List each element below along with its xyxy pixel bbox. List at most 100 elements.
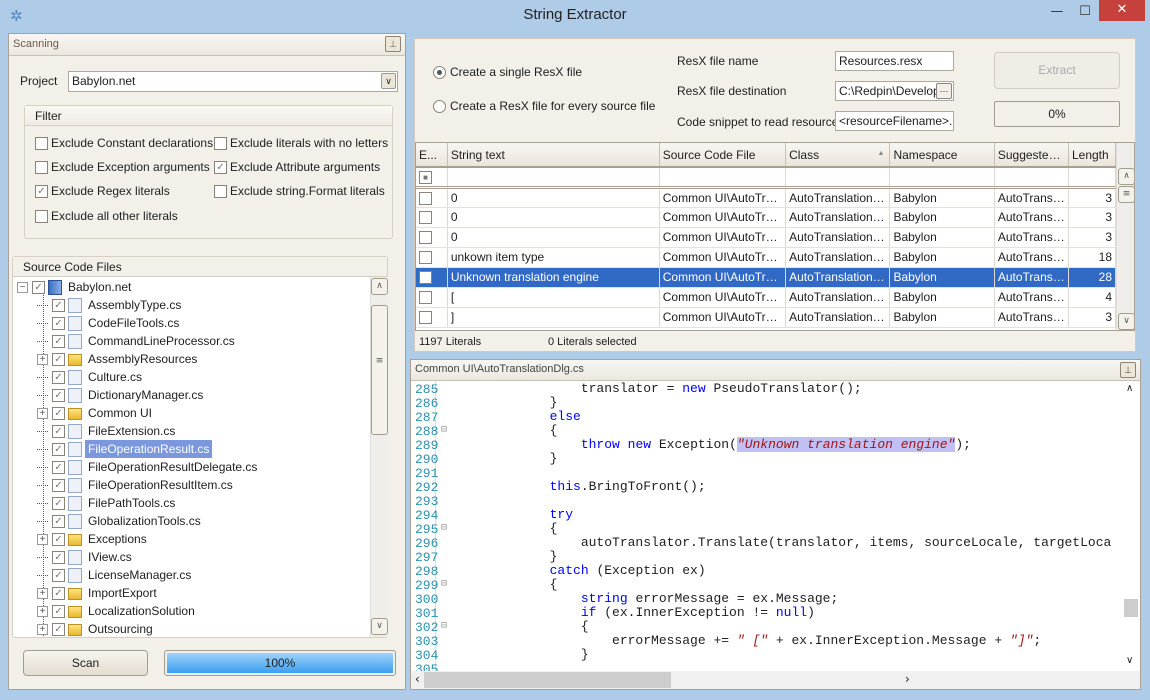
tree-item[interactable]: ✓ CommandLineProcessor.cs: [37, 332, 238, 350]
collapse-icon[interactable]: −: [17, 282, 28, 294]
expand-icon[interactable]: +: [37, 534, 48, 546]
row-checkbox[interactable]: [419, 251, 432, 265]
row-checkbox[interactable]: [419, 211, 432, 225]
browse-button[interactable]: ···: [936, 83, 952, 99]
tree-item[interactable]: ✓ FileOperationResultDelegate.cs: [37, 458, 260, 476]
checkbox[interactable]: ✓: [52, 389, 65, 403]
close-button[interactable]: ✕: [1099, 0, 1145, 21]
table-row[interactable]: unkown item type Common UI\AutoTra... Auto…: [416, 247, 1117, 268]
checkbox[interactable]: ✓: [52, 299, 65, 313]
pin-icon[interactable]: ⊥: [1120, 362, 1136, 378]
scroll-thumb[interactable]: ≡: [371, 305, 388, 435]
row-checkbox[interactable]: [419, 291, 432, 305]
scroll-thumb[interactable]: [424, 672, 671, 688]
row-checkbox[interactable]: [419, 191, 432, 205]
filter-option[interactable]: Exclude Constant declarations: [35, 136, 213, 151]
column-header[interactable]: Class ▲: [785, 143, 891, 168]
snippet-input[interactable]: <resourceFilename>.<: [835, 111, 954, 131]
select-all-checkbox[interactable]: ■: [419, 170, 432, 184]
tree-item[interactable]: + ✓ AssemblyResources: [37, 350, 200, 368]
pin-icon[interactable]: ⊥: [385, 36, 401, 52]
checkbox[interactable]: ✓: [52, 551, 65, 565]
checkbox[interactable]: [214, 137, 227, 151]
tree-scrollbar[interactable]: ∧ ≡ ∨: [370, 277, 388, 637]
checkbox[interactable]: ✓: [52, 605, 65, 619]
column-header[interactable]: E...: [416, 143, 448, 168]
tree-item[interactable]: − ✓ Babylon.net: [17, 278, 134, 296]
checkbox[interactable]: ✓: [35, 185, 48, 199]
table-row[interactable]: ] Common UI\AutoTra... AutoTranslationDlg B…: [416, 307, 1117, 328]
checkbox[interactable]: ✓: [52, 533, 65, 547]
radio-single-resx[interactable]: Create a single ResX file: [433, 65, 582, 80]
literals-grid[interactable]: E... String text Source Code File Class ▲ Nam…: [415, 142, 1135, 331]
code-hscrollbar[interactable]: ‹ ›: [411, 671, 1140, 689]
scroll-down-icon[interactable]: ∨: [1126, 655, 1133, 666]
expand-icon[interactable]: +: [37, 606, 48, 618]
scan-button[interactable]: Scan: [23, 650, 148, 676]
tree-item[interactable]: ✓ FileExtension.cs: [37, 422, 178, 440]
column-header[interactable]: Source Code File: [659, 143, 787, 168]
checkbox[interactable]: ✓: [52, 353, 65, 367]
checkbox[interactable]: [35, 161, 48, 175]
expand-icon[interactable]: +: [37, 354, 48, 366]
checkbox[interactable]: ✓: [52, 317, 65, 331]
resx-name-input[interactable]: Resources.resx: [835, 51, 954, 71]
row-checkbox[interactable]: [419, 271, 432, 285]
checkbox[interactable]: ✓: [52, 479, 65, 493]
checkbox[interactable]: ✓: [52, 425, 65, 439]
scroll-right-icon[interactable]: ›: [905, 672, 910, 686]
scroll-up-icon[interactable]: ∧: [1126, 383, 1133, 394]
fold-icon[interactable]: ⊟: [441, 424, 447, 436]
scroll-down-icon[interactable]: ∨: [1118, 313, 1134, 330]
tree-item[interactable]: + ✓ Outsourcing: [37, 620, 156, 637]
table-row[interactable]: 0 Common UI\AutoTra... AutoTranslationDlg B…: [416, 187, 1117, 208]
filter-option[interactable]: Exclude Exception arguments: [35, 160, 210, 175]
tree-item[interactable]: ✓ FileOperationResult.cs: [37, 440, 213, 458]
tree-item[interactable]: ✓ CodeFileTools.cs: [37, 314, 182, 332]
checkbox[interactable]: ✓: [52, 335, 65, 349]
table-row[interactable]: [Common UI\AutoTra... AutoTranslationDlg B…: [416, 287, 1117, 308]
row-checkbox[interactable]: [419, 231, 432, 245]
checkbox[interactable]: ✓: [52, 623, 65, 637]
checkbox[interactable]: ✓: [52, 371, 65, 385]
scroll-thumb[interactable]: [1124, 599, 1138, 617]
minimize-button[interactable]: —: [1043, 2, 1071, 22]
column-header[interactable]: String text: [447, 143, 660, 168]
tree-item[interactable]: + ✓ ImportExport: [37, 584, 160, 602]
tree-item[interactable]: ✓ AssemblyType.cs: [37, 296, 184, 314]
scroll-down-icon[interactable]: ∨: [371, 618, 388, 635]
chevron-down-icon[interactable]: ∨: [381, 73, 396, 89]
fold-icon[interactable]: ⊟: [441, 578, 447, 590]
radio-button[interactable]: [433, 66, 446, 80]
tree-item[interactable]: + ✓ Common UI: [37, 404, 155, 422]
checkbox[interactable]: [35, 137, 48, 151]
tree-item[interactable]: ✓ DictionaryManager.cs: [37, 386, 206, 404]
scroll-thumb[interactable]: ≡: [1118, 186, 1134, 203]
filter-option[interactable]: Exclude all other literals: [35, 209, 178, 224]
checkbox[interactable]: ✓: [52, 587, 65, 601]
filter-option[interactable]: ✓ Exclude Attribute arguments: [214, 160, 380, 175]
checkbox[interactable]: ✓: [52, 443, 65, 457]
checkbox[interactable]: ✓: [32, 281, 45, 295]
code-editor[interactable]: 285 translator = new PseudoTranslator();…: [411, 382, 1123, 671]
filter-option[interactable]: Exclude literals with no letters: [214, 136, 388, 151]
code-vscrollbar[interactable]: ∧ ∨: [1123, 381, 1140, 671]
radio-every-resx[interactable]: Create a ResX file for every source file: [433, 99, 655, 114]
extract-button[interactable]: Extract: [994, 52, 1120, 89]
expand-icon[interactable]: +: [37, 588, 48, 600]
table-row[interactable]: 0 Common UI\AutoTra... AutoTranslationDlg B…: [416, 227, 1117, 248]
checkbox[interactable]: [35, 210, 48, 224]
checkbox[interactable]: ✓: [52, 569, 65, 583]
column-header[interactable]: Length: [1068, 143, 1117, 168]
radio-button[interactable]: [433, 100, 446, 114]
tree-item[interactable]: ✓ FileOperationResultItem.cs: [37, 476, 236, 494]
source-tree[interactable]: − ✓ Babylon.net ✓ AssemblyType.cs ✓ CodeFileTo…: [13, 277, 370, 637]
tree-item[interactable]: ✓ FilePathTools.cs: [37, 494, 178, 512]
checkbox[interactable]: [214, 185, 227, 199]
checkbox[interactable]: ✓: [52, 407, 65, 421]
column-header[interactable]: Namespace: [889, 143, 995, 168]
fold-icon[interactable]: ⊟: [441, 620, 447, 632]
scroll-up-icon[interactable]: ∧: [1118, 168, 1134, 185]
expand-icon[interactable]: +: [37, 408, 48, 420]
tree-item[interactable]: + ✓ Exceptions: [37, 530, 150, 548]
